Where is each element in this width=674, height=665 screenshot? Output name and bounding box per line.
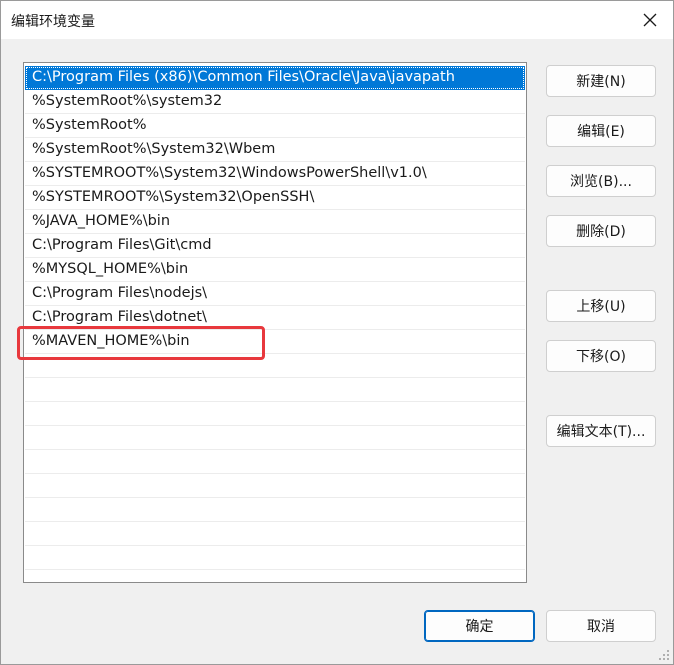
empty-list-row[interactable]	[25, 546, 525, 570]
list-item[interactable]: C:\Program Files (x86)\Common Files\Orac…	[25, 66, 525, 90]
list-item[interactable]: %SYSTEMROOT%\System32\OpenSSH\	[25, 186, 525, 210]
list-item[interactable]: C:\Program Files\nodejs\	[25, 282, 525, 306]
empty-list-row[interactable]	[25, 570, 525, 582]
list-item[interactable]: %SystemRoot%\System32\Wbem	[25, 138, 525, 162]
delete-button[interactable]: 删除(D)	[546, 215, 656, 247]
list-item[interactable]: %SYSTEMROOT%\System32\WindowsPowerShell\…	[25, 162, 525, 186]
browse-button[interactable]: 浏览(B)...	[546, 165, 656, 197]
empty-list-row[interactable]	[25, 450, 525, 474]
empty-list-row[interactable]	[25, 426, 525, 450]
list-item[interactable]: %MYSQL_HOME%\bin	[25, 258, 525, 282]
empty-list-row[interactable]	[25, 498, 525, 522]
close-icon	[643, 13, 657, 27]
resize-grip-icon[interactable]	[658, 649, 670, 661]
list-item[interactable]: C:\Program Files\Git\cmd	[25, 234, 525, 258]
edit-text-button[interactable]: 编辑文本(T)...	[546, 415, 656, 447]
empty-list-row[interactable]	[25, 378, 525, 402]
list-item[interactable]: %MAVEN_HOME%\bin	[25, 330, 525, 354]
move-up-button[interactable]: 上移(U)	[546, 290, 656, 322]
path-list[interactable]: C:\Program Files (x86)\Common Files\Orac…	[23, 62, 527, 583]
empty-list-row[interactable]	[25, 402, 525, 426]
edit-button[interactable]: 编辑(E)	[546, 115, 656, 147]
list-item[interactable]: %SystemRoot%\system32	[25, 90, 525, 114]
edit-env-var-dialog: 编辑环境变量 C:\Program Files (x86)\Common Fil…	[0, 0, 674, 665]
move-down-button[interactable]: 下移(O)	[546, 340, 656, 372]
close-button[interactable]	[627, 1, 673, 39]
list-item[interactable]: %SystemRoot%	[25, 114, 525, 138]
window-title: 编辑环境变量	[11, 14, 95, 30]
title-bar: 编辑环境变量	[1, 1, 673, 39]
empty-list-row[interactable]	[25, 354, 525, 378]
new-button[interactable]: 新建(N)	[546, 65, 656, 97]
cancel-button[interactable]: 取消	[546, 610, 656, 642]
empty-list-row[interactable]	[25, 474, 525, 498]
empty-list-row[interactable]	[25, 522, 525, 546]
list-item[interactable]: %JAVA_HOME%\bin	[25, 210, 525, 234]
list-item[interactable]: C:\Program Files\dotnet\	[25, 306, 525, 330]
ok-button[interactable]: 确定	[424, 610, 535, 642]
